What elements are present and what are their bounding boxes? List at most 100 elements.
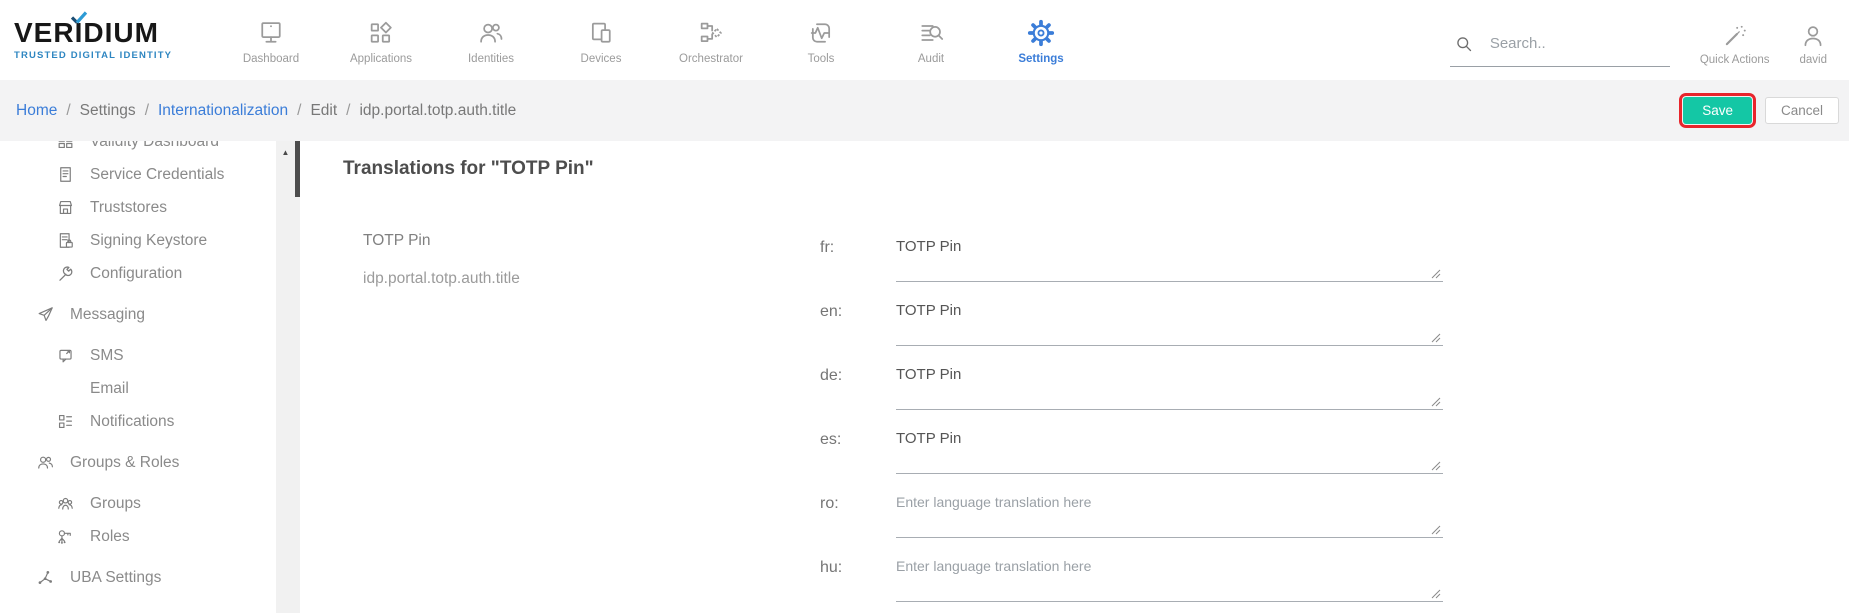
search-icon[interactable] [1454,34,1474,54]
cancel-button[interactable]: Cancel [1765,97,1839,124]
paper-plane-icon [36,305,56,325]
apps-icon [367,18,395,48]
translation-textarea[interactable] [896,558,1443,602]
language-label: ro: [820,494,896,513]
breadcrumb-separator: / [66,102,70,120]
search-input[interactable] [1490,35,1650,52]
nav-item[interactable]: Identities [436,16,546,65]
user-label: david [1800,54,1828,66]
translation-field-wrap: TOTP Pin [896,430,1443,474]
breadcrumb-item[interactable]: idp.portal.totp.auth.title / [359,102,516,120]
sidebar-item-label: Groups & Roles [70,454,179,472]
sidebar-item[interactable]: Validity Dashboard [0,141,276,158]
nav-item[interactable]: Audit [876,16,986,65]
quick-actions-button[interactable]: Quick Actions [1700,14,1770,66]
sidebar-item-label: Groups [90,495,141,513]
store-icon [56,198,76,218]
breadcrumb-separator: / [145,102,149,120]
translation-field-wrap: TOTP Pin [896,238,1443,282]
sidebar-item[interactable]: Notifications [0,405,276,438]
resize-grip-icon[interactable] [1431,397,1441,407]
nav-item-label: Audit [918,53,944,65]
translations-list: fr: TOTP Pin en: TOTP Pin de: [820,238,1443,613]
translation-row: es: TOTP Pin [820,430,1443,474]
resize-grip-icon[interactable] [1431,333,1441,343]
tools-icon [807,18,835,48]
scrollbar-up-arrow[interactable]: ▲ [276,148,295,157]
nav-item[interactable]: Tools [766,16,876,65]
breadcrumb-item[interactable]: Internationalization / [158,102,301,120]
sidebar-item[interactable]: UBA Settings [0,561,276,594]
translation-textarea[interactable]: TOTP Pin [896,366,1443,410]
sidebar-item[interactable]: Roles [0,520,276,553]
resize-grip-icon[interactable] [1431,525,1441,535]
nav-item[interactable]: Settings [986,16,1096,65]
resize-grip-icon[interactable] [1431,461,1441,471]
sidebar-item-label: Configuration [90,265,182,283]
sidebar-item-label: Truststores [90,199,167,217]
breadcrumb-item[interactable]: Edit / [310,102,350,120]
sidebar-item-label: Roles [90,528,130,546]
message-icon [56,346,76,366]
language-label: de: [820,366,896,385]
user-menu[interactable]: david [1800,14,1828,66]
sidebar-item[interactable]: Signing Keystore [0,224,276,257]
search-box [1450,28,1670,67]
sidebar-item[interactable]: Service Credentials [0,158,276,191]
nav-item[interactable]: Dashboard [216,16,326,65]
gear-icon [1027,18,1055,48]
audit-icon [917,18,945,48]
nav-item-label: Identities [468,53,514,65]
main-nav: Dashboard Applications Identities Device… [216,16,1096,65]
sidebar-item[interactable]: Truststores [0,191,276,224]
sidebar-list: Validity Dashboard Service Credentials T… [0,141,276,594]
language-label: en: [820,302,896,321]
orchestrator-icon [697,18,725,48]
translation-row: en: TOTP Pin [820,302,1443,346]
nav-item[interactable]: Devices [546,16,656,65]
nav-item-label: Dashboard [243,53,299,65]
sidebar-item-label: Validity Dashboard [90,141,219,151]
sidebar-item[interactable]: Configuration [0,257,276,290]
translation-textarea[interactable] [896,494,1443,538]
page-actions: Save Cancel [1683,97,1839,124]
sidebar-item[interactable]: Groups [0,487,276,520]
translation-textarea[interactable]: TOTP Pin [896,238,1443,282]
sidebar-item-label: UBA Settings [70,569,161,587]
main-panel: Translations for "TOTP Pin" TOTP Pin idp… [300,141,1849,613]
sidebar-scrollbar[interactable]: ▲ [276,141,300,613]
identities-icon [477,18,505,48]
sidebar-item[interactable]: Email [0,372,276,405]
translation-textarea[interactable]: TOTP Pin [896,430,1443,474]
document-icon [56,165,76,185]
two-users-icon [36,453,56,473]
nav-item[interactable]: Applications [326,16,436,65]
sidebar-item-label: SMS [90,347,124,365]
breadcrumb: Home / Settings / Internationalization /… [16,102,516,120]
sidebar-item[interactable]: SMS [0,339,276,372]
save-button[interactable]: Save [1683,97,1752,124]
language-label: fr: [820,238,896,257]
resize-grip-icon[interactable] [1431,589,1441,599]
translation-field-wrap: TOTP Pin [896,302,1443,346]
sidebar-item-label: Notifications [90,413,174,431]
nav-item-label: Tools [808,53,835,65]
sidebar-item[interactable]: Groups & Roles [0,446,276,479]
brand-tagline: TRUSTED DIGITAL IDENTITY [14,50,214,61]
translation-field-wrap [896,494,1443,538]
resize-grip-icon[interactable] [1431,269,1441,279]
brand-logo[interactable]: VERIDIUM TRUSTED DIGITAL IDENTITY [14,19,214,61]
list-squares-icon [56,412,76,432]
breadcrumb-item[interactable]: Home / [16,102,71,120]
monitor-icon [257,18,285,48]
breadcrumb-label: idp.portal.totp.auth.title [359,102,516,120]
translation-textarea[interactable]: TOTP Pin [896,302,1443,346]
sidebar-item[interactable]: Messaging [0,298,276,331]
at-sign-icon [56,379,76,399]
nav-item[interactable]: Orchestrator [656,16,766,65]
brand-name: VERIDIUM [14,19,214,47]
translation-field-wrap: TOTP Pin [896,366,1443,410]
sidebar-item-label: Messaging [70,306,145,324]
checkmark-icon [70,11,88,24]
breadcrumb-item[interactable]: Settings / [80,102,149,120]
